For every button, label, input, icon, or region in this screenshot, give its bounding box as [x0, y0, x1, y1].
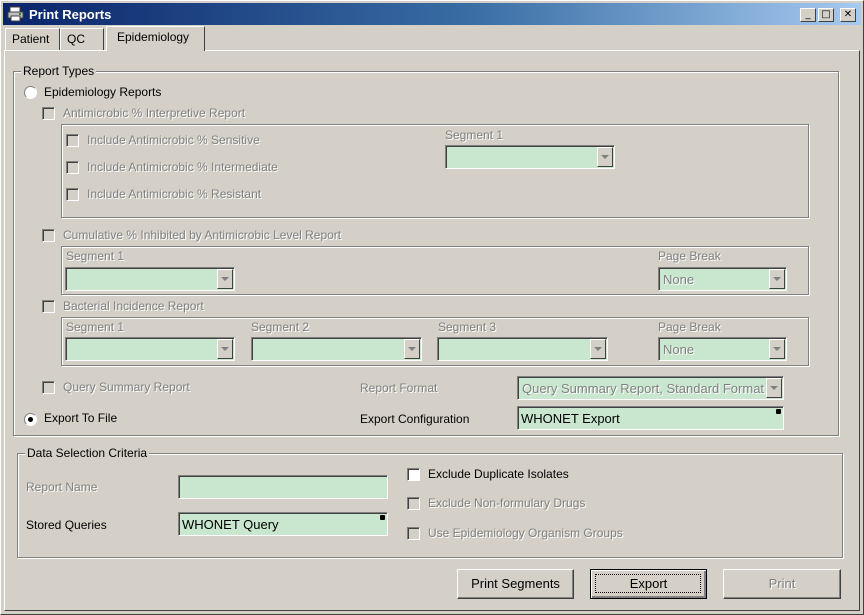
use-epi-groups-checkbox[interactable] [407, 527, 420, 540]
cumulative-page-break-label: Page Break [658, 249, 721, 263]
chevron-down-icon [217, 269, 233, 289]
exclude-nonformulary-label: Exclude Non-formulary Drugs [428, 496, 586, 510]
export-configuration-label: Export Configuration [360, 412, 470, 426]
print-segments-label: Print Segments [471, 576, 560, 591]
include-intermediate-checkbox[interactable] [66, 161, 79, 174]
bacterial-segment3-label: Segment 3 [438, 320, 497, 334]
printer-app-icon [7, 6, 24, 22]
export-to-file-radio[interactable] [24, 413, 37, 426]
chevron-down-icon [404, 339, 420, 359]
include-resistant-checkbox[interactable] [66, 188, 79, 201]
chevron-down-icon [597, 147, 613, 167]
bacterial-page-break-label: Page Break [658, 320, 721, 334]
chevron-down-icon [769, 339, 785, 359]
cumulative-inhibited-label: Cumulative % Inhibited by Antimicrobic L… [63, 228, 342, 242]
tab-qc[interactable]: QC [60, 28, 104, 50]
stored-queries-label: Stored Queries [26, 518, 107, 532]
print-button[interactable]: Print [723, 569, 841, 599]
chevron-down-icon [217, 339, 233, 359]
exclude-duplicates-checkbox[interactable] [407, 468, 420, 481]
bacterial-segment2-label: Segment 2 [251, 320, 310, 334]
use-epi-groups-label: Use Epidemiology Organism Groups [428, 526, 623, 540]
maximize-icon: □ [821, 9, 831, 20]
tab-patient[interactable]: Patient [5, 28, 60, 50]
export-configuration-field[interactable]: WHONET Export [517, 406, 784, 430]
print-reports-window: Print Reports _ □ ✕ Patient QC Epidemiol… [0, 0, 864, 615]
include-sensitive-label: Include Antimicrobic % Sensitive [87, 133, 260, 147]
report-format-value: Query Summary Report, Standard Format [522, 381, 765, 396]
print-segments-button[interactable]: Print Segments [457, 569, 574, 599]
report-format-label: Report Format [360, 381, 438, 395]
cumulative-segment1-label: Segment 1 [66, 249, 125, 263]
close-icon: ✕ [843, 9, 853, 20]
window-title: Print Reports [29, 7, 112, 22]
radio-selected-dot [28, 417, 33, 422]
antimicrobic-interpretive-label: Antimicrobic % Interpretive Report [63, 106, 246, 120]
report-name-label: Report Name [26, 480, 98, 494]
bacterial-segment2-select[interactable] [251, 337, 422, 361]
exclude-nonformulary-checkbox[interactable] [407, 497, 420, 510]
epidemiology-reports-label: Epidemiology Reports [44, 85, 162, 99]
bacterial-segment3-select[interactable] [437, 337, 608, 361]
query-summary-label: Query Summary Report [63, 380, 190, 394]
chevron-down-icon [590, 339, 606, 359]
export-to-file-label: Export To File [44, 411, 118, 425]
bacterial-segment1-select[interactable] [65, 337, 235, 361]
bacterial-segment1-label: Segment 1 [66, 320, 125, 334]
print-label: Print [768, 576, 796, 591]
tab-qc-label: QC [67, 32, 85, 46]
bacterial-incidence-checkbox[interactable] [42, 300, 55, 313]
data-selection-legend: Data Selection Criteria [25, 446, 150, 460]
focus-rectangle [595, 574, 701, 593]
query-summary-checkbox[interactable] [42, 381, 55, 394]
bacterial-page-break-select[interactable]: None [658, 337, 787, 361]
antimicrobic-segment1-label: Segment 1 [445, 128, 504, 142]
minimize-button[interactable]: _ [800, 8, 816, 22]
maximize-button[interactable]: □ [818, 8, 834, 22]
include-resistant-label: Include Antimicrobic % Resistant [87, 187, 262, 201]
include-intermediate-label: Include Antimicrobic % Intermediate [87, 160, 278, 174]
include-sensitive-checkbox[interactable] [66, 134, 79, 147]
report-name-input[interactable] [178, 475, 388, 499]
cumulative-segment1-select[interactable] [65, 267, 235, 291]
bacterial-page-break-value: None [663, 342, 695, 357]
epidemiology-reports-radio[interactable] [24, 86, 37, 99]
stored-queries-value: WHONET Query [182, 517, 279, 532]
bacterial-incidence-label: Bacterial Incidence Report [63, 299, 204, 313]
chevron-down-icon [769, 269, 785, 289]
antimicrobic-segment1-select[interactable] [445, 145, 615, 169]
tab-patient-label: Patient [12, 32, 50, 46]
report-types-legend: Report Types [21, 64, 97, 78]
close-button[interactable]: ✕ [840, 8, 856, 22]
cumulative-page-break-select[interactable]: None [658, 267, 787, 291]
export-configuration-value: WHONET Export [521, 411, 620, 426]
title-bar[interactable]: Print Reports _ □ ✕ [3, 3, 861, 25]
minimize-icon: _ [805, 9, 811, 20]
export-button[interactable]: Export [590, 569, 707, 599]
tab-epidemiology[interactable]: Epidemiology [106, 26, 205, 51]
report-format-select[interactable]: Query Summary Report, Standard Format [517, 376, 784, 400]
cumulative-page-break-value: None [663, 272, 695, 287]
antimicrobic-interpretive-checkbox[interactable] [42, 107, 55, 120]
dropdown-marker-icon [776, 409, 781, 414]
tab-epidemiology-label: Epidemiology [117, 30, 190, 44]
exclude-duplicates-label: Exclude Duplicate Isolates [428, 467, 569, 481]
stored-queries-field[interactable]: WHONET Query [178, 512, 388, 536]
cumulative-inhibited-checkbox[interactable] [42, 229, 55, 242]
dropdown-marker-icon [380, 515, 385, 520]
chevron-down-icon [766, 378, 782, 398]
